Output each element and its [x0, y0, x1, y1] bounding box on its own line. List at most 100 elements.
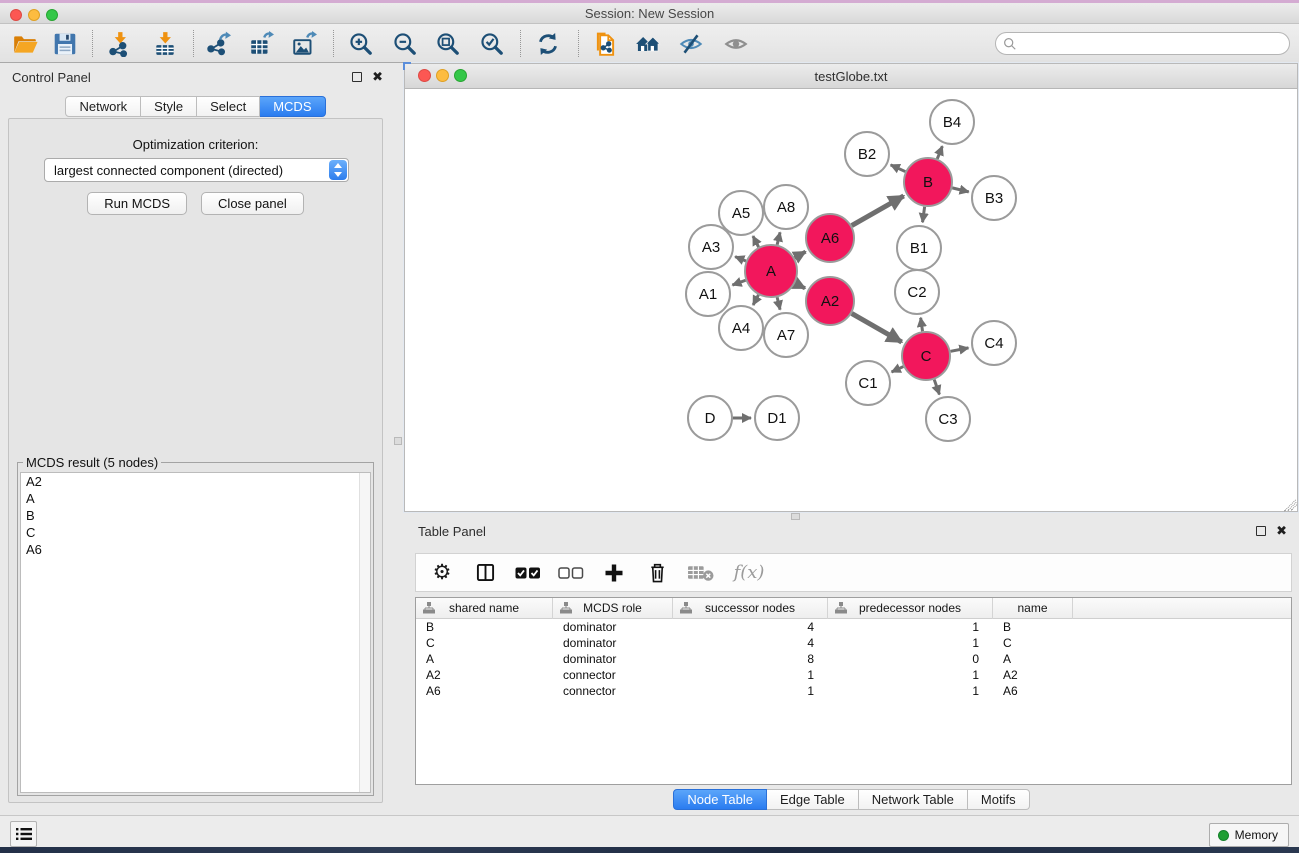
add-column-button[interactable]: [600, 558, 628, 588]
tab-motifs[interactable]: Motifs: [968, 789, 1030, 810]
graph-edge-C-C4[interactable]: [951, 348, 969, 351]
network-from-selection-button[interactable]: [587, 27, 623, 61]
deselect-all-columns-button[interactable]: [557, 558, 585, 588]
graph-edge-B-B4[interactable]: [937, 146, 942, 159]
mcds-result-item[interactable]: B: [21, 507, 370, 524]
home-button[interactable]: [630, 27, 666, 61]
close-table-panel-icon[interactable]: ✖: [1276, 526, 1287, 536]
mcds-result-item[interactable]: A2: [21, 473, 370, 490]
show-all-button[interactable]: [718, 27, 754, 61]
float-table-panel-icon[interactable]: [1256, 526, 1266, 536]
graph-node-C[interactable]: C: [902, 332, 950, 380]
export-network-button[interactable]: [200, 27, 236, 61]
graph-node-B[interactable]: B: [904, 158, 952, 206]
table-row[interactable]: A6connector11A6: [416, 683, 1291, 699]
column-header-predecessor-nodes[interactable]: predecessor nodes: [828, 598, 993, 619]
column-header-MCDS-role[interactable]: MCDS role: [553, 598, 673, 619]
graph-node-C3[interactable]: C3: [926, 397, 970, 441]
column-panel-button[interactable]: [471, 558, 499, 588]
close-panel-icon[interactable]: ✖: [372, 72, 383, 82]
delete-column-button[interactable]: [643, 558, 671, 588]
graph-edge-A2-C[interactable]: [852, 313, 902, 342]
search-input[interactable]: [1017, 34, 1289, 53]
save-session-button[interactable]: [47, 27, 83, 61]
table-row[interactable]: Cdominator41C: [416, 635, 1291, 651]
graph-edge-A-A3[interactable]: [735, 257, 746, 261]
tab-style[interactable]: Style: [141, 96, 197, 117]
horizontal-splitter-handle[interactable]: [791, 513, 800, 520]
graph-node-B3[interactable]: B3: [972, 176, 1016, 220]
hide-selected-button[interactable]: [673, 27, 709, 61]
graph-edge-C-C1[interactable]: [892, 367, 904, 372]
frame-resize-grip[interactable]: [1281, 495, 1295, 509]
graph-node-C4[interactable]: C4: [972, 321, 1016, 365]
network-canvas[interactable]: B4 B2 B B3 A5A8A6 A3 B1 A A1 C2 A2 A4A7 C4 C C1 C3 D D1: [406, 89, 1297, 511]
graph-edge-A-A1[interactable]: [732, 280, 745, 285]
table-row[interactable]: A2connector11A2: [416, 667, 1291, 683]
delete-table-button[interactable]: [686, 558, 714, 588]
tab-network[interactable]: Network: [65, 96, 141, 117]
graph-edge-C-C2[interactable]: [921, 318, 923, 331]
column-header-successor-nodes[interactable]: successor nodes: [673, 598, 828, 619]
result-scrollbar[interactable]: [359, 473, 370, 792]
graph-edge-A-A8[interactable]: [777, 232, 780, 244]
tab-edge-table[interactable]: Edge Table: [767, 789, 859, 810]
graph-node-A3[interactable]: A3: [689, 225, 733, 269]
select-all-columns-button[interactable]: [514, 558, 542, 588]
graph-edge-A-A2[interactable]: [795, 283, 805, 288]
column-header-name[interactable]: name: [993, 598, 1073, 619]
memory-button[interactable]: Memory: [1209, 823, 1289, 847]
mcds-result-item[interactable]: C: [21, 524, 370, 541]
graph-edge-A-A7[interactable]: [777, 297, 780, 309]
graph-node-D[interactable]: D: [688, 396, 732, 440]
table-row[interactable]: Adominator80A: [416, 651, 1291, 667]
graph-edge-B-B2[interactable]: [891, 165, 906, 172]
criterion-select[interactable]: largest connected component (directed): [44, 158, 349, 182]
table-row[interactable]: Bdominator41B: [416, 619, 1291, 635]
graph-node-C1[interactable]: C1: [846, 361, 890, 405]
graph-node-A5[interactable]: A5: [719, 191, 763, 235]
graph-node-A1[interactable]: A1: [686, 272, 730, 316]
import-network-button[interactable]: [102, 27, 138, 61]
graph-node-A[interactable]: A: [745, 245, 797, 297]
graph-edge-B-B3[interactable]: [952, 188, 968, 192]
column-header-shared-name[interactable]: shared name: [416, 598, 553, 619]
zoom-fit-button[interactable]: [430, 27, 466, 61]
graph-node-A2[interactable]: A2: [806, 277, 854, 325]
vertical-splitter-handle[interactable]: [394, 437, 402, 445]
graph-node-A4[interactable]: A4: [719, 306, 763, 350]
task-history-button[interactable]: [10, 821, 37, 847]
graph-edge-C-C3[interactable]: [934, 380, 939, 395]
graph-node-D1[interactable]: D1: [755, 396, 799, 440]
open-file-button[interactable]: [7, 27, 43, 61]
import-table-button[interactable]: [147, 27, 183, 61]
mcds-result-item[interactable]: A: [21, 490, 370, 507]
graph-node-A7[interactable]: A7: [764, 313, 808, 357]
graph-edge-A-A5[interactable]: [753, 236, 759, 247]
export-image-button[interactable]: [286, 27, 322, 61]
graph-node-B2[interactable]: B2: [845, 132, 889, 176]
graph-edge-A6-B[interactable]: [852, 196, 904, 226]
export-table-button[interactable]: [243, 27, 279, 61]
tab-mcds[interactable]: MCDS: [260, 96, 325, 117]
zoom-out-button[interactable]: [387, 27, 423, 61]
network-frame-titlebar[interactable]: testGlobe.txt: [405, 64, 1297, 89]
table-settings-button[interactable]: ⚙: [428, 558, 456, 588]
graph-node-A6[interactable]: A6: [806, 214, 854, 262]
tab-select[interactable]: Select: [197, 96, 260, 117]
mcds-result-item[interactable]: A6: [21, 541, 370, 558]
graph-node-C2[interactable]: C2: [895, 270, 939, 314]
graph-node-A8[interactable]: A8: [764, 185, 808, 229]
tab-network-table[interactable]: Network Table: [859, 789, 968, 810]
function-builder-button[interactable]: f(x): [729, 558, 769, 588]
graph-edge-B-B1[interactable]: [923, 207, 925, 222]
zoom-selected-button[interactable]: [474, 27, 510, 61]
graph-edge-A-A4[interactable]: [753, 295, 758, 305]
graph-node-B4[interactable]: B4: [930, 100, 974, 144]
graph-node-B1[interactable]: B1: [897, 226, 941, 270]
float-panel-icon[interactable]: [352, 72, 362, 82]
run-mcds-button[interactable]: Run MCDS: [87, 192, 187, 215]
graph-edge-A-A6[interactable]: [795, 252, 806, 258]
close-panel-button[interactable]: Close panel: [201, 192, 304, 215]
tab-node-table[interactable]: Node Table: [673, 789, 767, 810]
